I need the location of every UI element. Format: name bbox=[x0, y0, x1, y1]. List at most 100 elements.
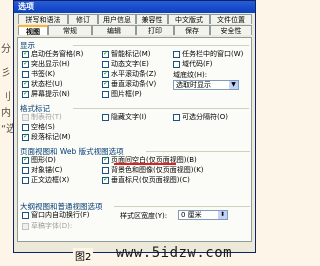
checkbox-box[interactable] bbox=[102, 155, 109, 164]
checkbox-box[interactable] bbox=[22, 49, 29, 58]
checkbox-label: 草稿字体(D): bbox=[31, 222, 73, 230]
checkbox-label: 空格(S) bbox=[31, 123, 55, 131]
checkbox-box[interactable] bbox=[22, 167, 29, 174]
checkbox-label: 隐藏文字(I) bbox=[111, 113, 147, 121]
view-tab-panel: 显示 启动任务窗格(R) 智能标记(M) 任务栏中的窗口(W) 突出显示(H) … bbox=[17, 37, 252, 242]
checkbox-label: 制表符(T) bbox=[31, 113, 62, 121]
tab-user-info[interactable]: 用户信息 bbox=[98, 14, 136, 24]
highlight-underline bbox=[114, 163, 176, 165]
style-area-width-label: 样式区宽度(Y): bbox=[120, 212, 168, 220]
field-shading-select[interactable]: 选取时显示 ▼ bbox=[173, 80, 239, 90]
checkbox-label: 图形(D) bbox=[31, 156, 56, 164]
checkbox-box[interactable] bbox=[22, 89, 29, 98]
checkbox-wrap-to-window[interactable]: 窗口内自动换行(F) bbox=[22, 211, 90, 220]
checkbox-label: 启动任务窗格(R) bbox=[31, 50, 84, 58]
checkbox-box[interactable] bbox=[102, 61, 109, 68]
checkbox-hidden-text[interactable]: 隐藏文字(I) bbox=[102, 113, 147, 122]
checkbox-box[interactable] bbox=[102, 91, 109, 98]
checkbox-box[interactable] bbox=[22, 124, 29, 131]
background-text: 内 bbox=[1, 108, 11, 119]
checkbox-vertical-ruler[interactable]: 垂直标尺(仅页面视图)(C) bbox=[102, 175, 190, 185]
tab-view[interactable]: 视图 bbox=[18, 25, 48, 36]
checkbox-vertical-scrollbar[interactable]: 垂直滚动条(V) bbox=[102, 79, 157, 89]
checkbox-startup-task-pane[interactable]: 启动任务窗格(R) bbox=[22, 49, 84, 59]
section-divider bbox=[73, 45, 249, 46]
section-divider bbox=[114, 206, 250, 207]
checkbox-highlight[interactable]: 突出显示(H) bbox=[22, 59, 70, 69]
tab-edit[interactable]: 编辑 bbox=[92, 25, 136, 35]
checkbox-box[interactable] bbox=[22, 79, 29, 88]
checkbox-smart-tags[interactable]: 智能标记(M) bbox=[102, 49, 151, 59]
checkbox-horizontal-scrollbar[interactable]: 水平滚动条(Z) bbox=[102, 69, 157, 79]
checkbox-box[interactable] bbox=[22, 177, 29, 184]
checkbox-spaces[interactable]: 空格(S) bbox=[22, 123, 55, 132]
checkbox-box[interactable] bbox=[22, 114, 29, 121]
background-text: 刂 bbox=[1, 92, 11, 103]
checkbox-box[interactable] bbox=[102, 49, 109, 58]
checkbox-box[interactable] bbox=[22, 223, 29, 230]
checkbox-box[interactable] bbox=[173, 51, 180, 58]
checkbox-box[interactable] bbox=[22, 59, 29, 68]
tab-save[interactable]: 保存 bbox=[174, 25, 210, 35]
checkbox-text-boundaries[interactable]: 正文边框(X) bbox=[22, 176, 69, 185]
checkbox-animated-text[interactable]: 动态文字(E) bbox=[102, 60, 149, 69]
tab-compatibility[interactable]: 兼容性 bbox=[136, 14, 168, 24]
checkbox-box[interactable] bbox=[22, 155, 29, 164]
checkbox-field-codes[interactable]: 域代码(F) bbox=[173, 60, 213, 69]
checkbox-label: 窗口内自动换行(F) bbox=[31, 211, 90, 219]
checkbox-box[interactable] bbox=[22, 132, 29, 141]
checkbox-paragraph-marks[interactable]: 段落标记(M) bbox=[22, 132, 71, 142]
checkbox-label: 状态栏(U) bbox=[31, 80, 63, 88]
tab-security[interactable]: 安全性 bbox=[210, 25, 252, 35]
tab-file-locations[interactable]: 文件位置 bbox=[210, 14, 252, 24]
checkbox-box[interactable] bbox=[22, 71, 29, 78]
figure-caption: 图2 bbox=[73, 248, 94, 263]
checkbox-box[interactable] bbox=[102, 69, 109, 78]
options-dialog: 选项 拼写和语法 修订 用户信息 兼容性 中文版式 文件位置 视图 常规 编辑 … bbox=[13, 0, 256, 253]
checkbox-label: 段落标记(M) bbox=[31, 133, 71, 141]
field-shading-label: 域底纹(H): bbox=[173, 71, 208, 79]
checkbox-screen-tips[interactable]: 屏幕提示(N) bbox=[22, 89, 70, 99]
checkbox-label: 书签(K) bbox=[31, 70, 56, 78]
checkbox-box[interactable] bbox=[102, 167, 109, 174]
tab-spelling-grammar[interactable]: 拼写和语法 bbox=[18, 14, 68, 24]
section-divider bbox=[146, 151, 250, 152]
checkbox-label: 垂直滚动条(V) bbox=[111, 80, 157, 88]
checkbox-box[interactable] bbox=[102, 79, 109, 88]
checkbox-box[interactable] bbox=[173, 61, 180, 68]
checkbox-label: 对象锚(C) bbox=[31, 166, 63, 174]
checkbox-label: 可选分隔符(O) bbox=[182, 113, 228, 121]
checkbox-label: 域代码(F) bbox=[182, 60, 213, 68]
checkbox-windows-in-taskbar[interactable]: 任务栏中的窗口(W) bbox=[173, 50, 243, 59]
checkbox-tab-characters[interactable]: 制表符(T) bbox=[22, 113, 62, 122]
tab-general[interactable]: 常规 bbox=[48, 25, 92, 35]
checkbox-label: 智能标记(M) bbox=[111, 50, 151, 58]
checkbox-status-bar[interactable]: 状态栏(U) bbox=[22, 79, 63, 89]
checkbox-label: 图片框(P) bbox=[111, 90, 142, 98]
select-value: 选取时显示 bbox=[176, 81, 211, 89]
tab-track-changes[interactable]: 修订 bbox=[68, 14, 98, 24]
checkbox-box[interactable] bbox=[22, 212, 29, 219]
checkbox-box[interactable] bbox=[102, 114, 109, 121]
checkbox-background-colors-images[interactable]: 背景色和图像(仅页面视图)(K) bbox=[102, 166, 204, 175]
checkbox-optional-hyphens[interactable]: 可选分隔符(O) bbox=[173, 113, 228, 122]
section-divider bbox=[73, 108, 249, 109]
tab-print[interactable]: 打印 bbox=[136, 25, 174, 35]
tab-chinese-layout[interactable]: 中文版式 bbox=[168, 14, 210, 24]
checkbox-object-anchors[interactable]: 对象锚(C) bbox=[22, 166, 62, 175]
style-area-width-spinner[interactable]: 0 厘米 ⬍ bbox=[178, 210, 228, 220]
checkbox-draft-font[interactable]: 草稿字体(D): bbox=[22, 222, 72, 231]
checkbox-label: 屏幕提示(N) bbox=[31, 90, 70, 98]
spinner-arrows-icon[interactable]: ⬍ bbox=[218, 211, 227, 219]
background-text: 分 bbox=[1, 44, 11, 55]
checkbox-bookmarks[interactable]: 书签(K) bbox=[22, 70, 55, 79]
checkbox-picture-placeholders[interactable]: 图片框(P) bbox=[102, 90, 142, 99]
checkbox-drawings[interactable]: 图形(D) bbox=[22, 155, 56, 165]
chevron-down-icon[interactable]: ▼ bbox=[229, 81, 238, 89]
checkbox-box[interactable] bbox=[102, 175, 109, 184]
checkbox-label: 水平滚动条(Z) bbox=[111, 70, 157, 78]
watermark-text: www.5idzw.com bbox=[116, 245, 233, 261]
checkbox-box[interactable] bbox=[173, 114, 180, 121]
dialog-title: 选项 bbox=[14, 1, 255, 13]
tab-row-bottom: 视图 常规 编辑 打印 保存 安全性 bbox=[18, 25, 252, 36]
